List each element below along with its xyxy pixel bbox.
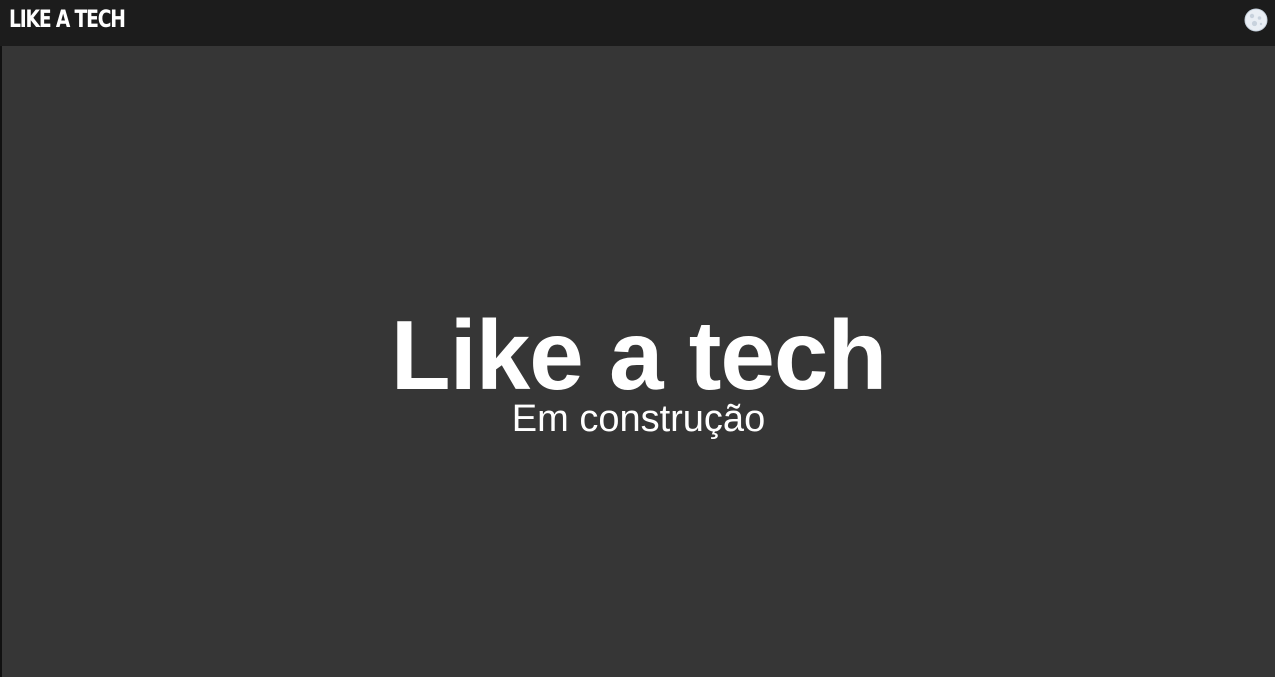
brand-logo-link[interactable]: LIKE A TECH <box>9 5 126 33</box>
main-content: Like a tech Em construção <box>2 46 1275 677</box>
theme-toggle-button[interactable] <box>1244 8 1268 32</box>
hero-subtitle: Em construção <box>511 398 766 440</box>
hero-section: Like a tech Em construção <box>2 300 1275 444</box>
moon-icon <box>1244 8 1268 32</box>
top-navbar: LIKE A TECH <box>0 0 1275 46</box>
